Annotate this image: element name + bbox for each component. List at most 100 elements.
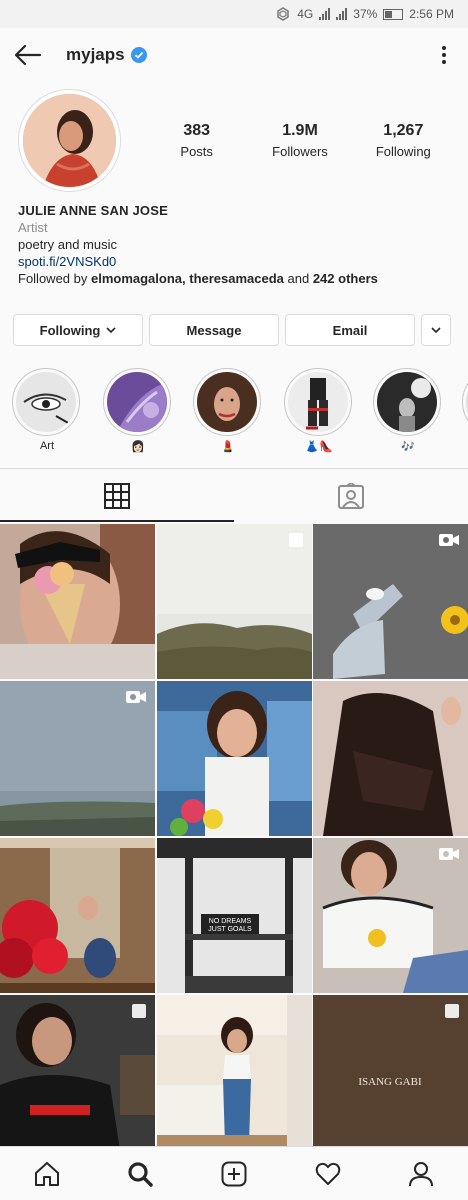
- battery-percent: 37%: [353, 7, 378, 21]
- post-thumbnail[interactable]: [0, 681, 155, 836]
- highlight-ring: [373, 368, 441, 436]
- tab-grid[interactable]: [0, 469, 234, 522]
- email-label: Email: [332, 322, 368, 338]
- highlight-ring: [103, 368, 171, 436]
- highlight-ring: [462, 368, 468, 436]
- nav-home[interactable]: [0, 1147, 94, 1200]
- profile-actions: Following Message Email: [13, 314, 455, 346]
- email-button[interactable]: Email: [285, 314, 415, 346]
- highlight-cover: [377, 372, 437, 432]
- network-type: 4G: [297, 7, 314, 21]
- message-button[interactable]: Message: [149, 314, 279, 346]
- tagged-icon: [338, 482, 364, 509]
- profile-stats: 383 Posts 1.9M Followers 1,267 Following: [145, 122, 455, 159]
- post-thumbnail[interactable]: [156, 995, 312, 1150]
- stat-label: Following: [375, 144, 431, 159]
- stat-posts[interactable]: 383 Posts: [145, 122, 248, 159]
- followed-by-prefix: Followed by: [18, 271, 91, 286]
- following-button[interactable]: Following: [13, 314, 143, 346]
- highlight-2[interactable]: 👩🏻: [103, 368, 173, 454]
- post-thumbnail[interactable]: NO DREAMS JUST GOALS: [156, 838, 312, 993]
- clock: 2:56 PM: [409, 7, 454, 21]
- profile-bio: JULIE ANNE SAN JOSE Artist poetry and mu…: [18, 202, 458, 287]
- post-thumbnail[interactable]: [0, 524, 155, 679]
- highlight-caption: 👩🏻: [131, 441, 145, 453]
- highlight-caption: 🎶: [401, 441, 415, 453]
- stat-value: 1,267: [383, 122, 424, 139]
- post-image: [0, 838, 155, 993]
- post-thumbnail[interactable]: ISANG GABI: [313, 995, 468, 1150]
- post-image: NO DREAMS JUST GOALS: [156, 838, 312, 993]
- post-thumbnail[interactable]: [313, 681, 468, 836]
- highlight-6-partial[interactable]: [462, 368, 468, 436]
- carousel-icon: [445, 1004, 459, 1018]
- nav-activity[interactable]: [281, 1147, 375, 1200]
- highlight-caption: 👗👠: [305, 441, 333, 453]
- highlight-5[interactable]: 🎶: [373, 368, 443, 454]
- highlight-cover: [107, 372, 167, 432]
- bottom-navigation: [0, 1146, 468, 1200]
- post-thumbnail[interactable]: [0, 838, 155, 993]
- username-text: myjaps: [66, 45, 125, 64]
- battery-icon: [383, 8, 404, 20]
- stat-label: Followers: [272, 144, 328, 159]
- grid-icon: [104, 482, 130, 509]
- following-label: Following: [39, 322, 101, 338]
- bio-text: poetry and music: [18, 237, 117, 252]
- new-post-icon: [221, 1161, 247, 1186]
- sync-icon: [277, 7, 289, 21]
- highlight-cover: [16, 372, 76, 432]
- story-highlights: Art 👩🏻 💄 👗👠 🎶: [0, 368, 468, 460]
- followed-by[interactable]: Followed by elmomagalona, theresamaceda …: [18, 270, 458, 287]
- search-icon: [128, 1161, 154, 1187]
- chevron-down-icon: [431, 327, 441, 333]
- post-thumbnail[interactable]: [313, 838, 468, 993]
- highlight-ring: [12, 368, 80, 436]
- verified-badge-icon: [130, 47, 147, 63]
- highlight-art[interactable]: Art: [12, 368, 82, 454]
- profile-header: myjaps: [0, 28, 468, 82]
- highlight-cover: [288, 372, 348, 432]
- signal-icon: [319, 8, 331, 20]
- tab-tagged[interactable]: [234, 469, 468, 522]
- posts-grid: NO DREAMS JUST GOALS ISANG GABI: [0, 524, 468, 1150]
- post-thumbnail[interactable]: [156, 681, 312, 836]
- profile-avatar[interactable]: [18, 89, 121, 192]
- carousel-icon: [288, 533, 303, 547]
- back-button[interactable]: [0, 28, 56, 82]
- signal-2-icon: [336, 8, 348, 20]
- stat-following[interactable]: 1,267 Following: [352, 122, 455, 159]
- nav-profile[interactable]: [374, 1147, 468, 1200]
- message-label: Message: [186, 322, 242, 338]
- bio-link[interactable]: spoti.fi/2VNSKd0: [18, 253, 458, 270]
- post-title-text: ISANG GABI: [358, 1076, 422, 1088]
- profile-icon: [409, 1161, 434, 1186]
- nav-new-post[interactable]: [187, 1147, 281, 1200]
- followed-by-others: 242 others: [312, 271, 378, 286]
- post-image: [313, 681, 468, 836]
- profile-tabs: [0, 468, 468, 522]
- highlight-4[interactable]: 👗👠: [284, 368, 354, 454]
- avatar: [23, 94, 116, 187]
- video-icon: [439, 534, 459, 546]
- stat-followers[interactable]: 1.9M Followers: [248, 122, 351, 159]
- suggested-dropdown-button[interactable]: [421, 314, 451, 346]
- stat-value: 383: [183, 122, 211, 139]
- post-thumbnail[interactable]: [156, 524, 312, 679]
- highlight-3[interactable]: 💄: [193, 368, 263, 454]
- post-image: [156, 995, 312, 1150]
- post-thumbnail[interactable]: [313, 524, 468, 679]
- video-icon: [439, 848, 459, 860]
- highlight-cover: [197, 372, 257, 432]
- stat-label: Posts: [180, 144, 213, 159]
- post-image: [0, 524, 155, 679]
- highlight-caption: 💄: [221, 441, 235, 453]
- home-icon: [34, 1161, 59, 1186]
- nav-search[interactable]: [94, 1147, 188, 1200]
- more-options-button[interactable]: [428, 38, 460, 72]
- status-bar: 4G 37% 2:56 PM: [0, 0, 468, 28]
- post-thumbnail[interactable]: [0, 995, 155, 1150]
- followed-by-and: and: [283, 271, 313, 286]
- sign-text-line2: JUST GOALS: [208, 926, 252, 933]
- post-image: [156, 681, 312, 836]
